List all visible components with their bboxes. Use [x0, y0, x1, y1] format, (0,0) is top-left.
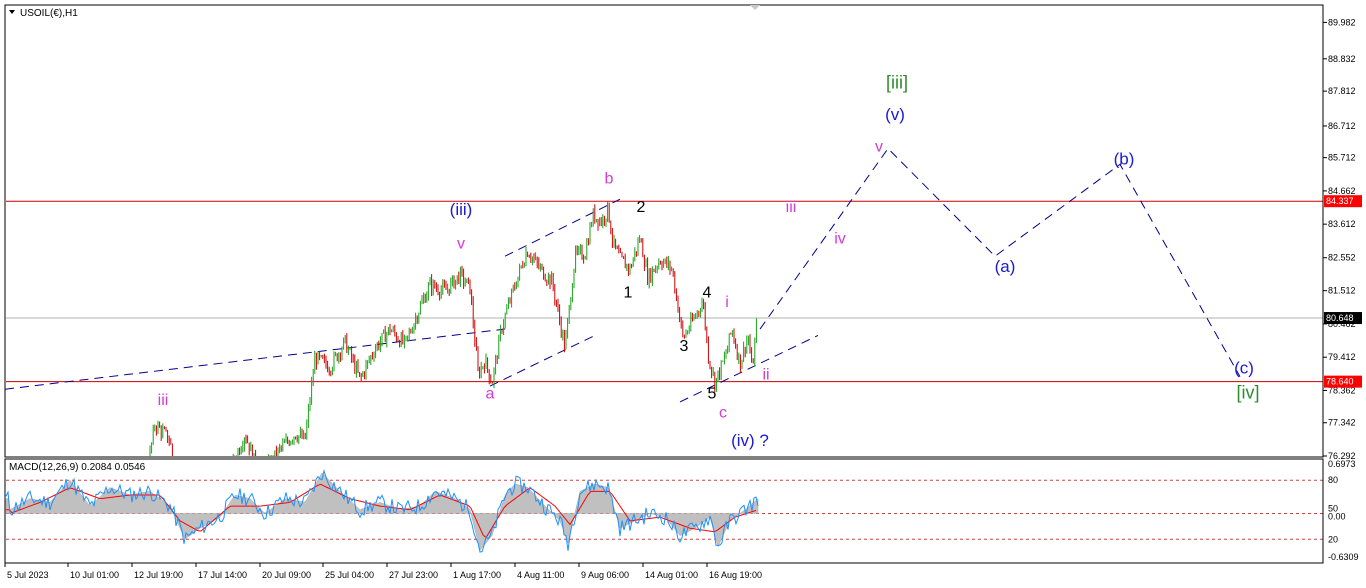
wave-label: [iv]	[1236, 383, 1259, 403]
macd-axis-label: 80	[1328, 475, 1338, 485]
wave-label: ii	[762, 367, 769, 384]
wave-label: 4	[703, 284, 712, 301]
macd-axis-label: 0.00	[1328, 511, 1346, 521]
price-axis[interactable]: 89.982 88.832 87.812 86.712 85.712 84.662 83.6…	[1322, 5, 1362, 461]
wave-label: iii	[786, 199, 797, 216]
price-tick-label: 86.712	[1328, 121, 1356, 131]
time-tick-label: 20 Jul 09:00	[262, 570, 311, 580]
wave-label: i	[725, 294, 729, 311]
current-price-price-label: 80.648	[1326, 313, 1354, 323]
wave-label: b	[605, 170, 614, 187]
resistance-price-label: 84.337	[1326, 196, 1354, 206]
wave-label: (iv) ?	[731, 431, 769, 450]
time-tick-label: 14 Aug 01:00	[645, 570, 698, 580]
time-tick-label: 25 Jul 04:00	[325, 570, 374, 580]
wave-label: 1	[624, 284, 633, 301]
price-tick-label: 84.662	[1328, 186, 1356, 196]
price-tick-label: 79.412	[1328, 352, 1356, 362]
price-tick-label: 83.612	[1328, 219, 1356, 229]
macd-axis-label: 0.6973	[1328, 459, 1356, 469]
macd-indicator-panel[interactable]: MACD(12,26,9) 0.2084 0.0546	[4, 458, 1324, 564]
support-price-label: 78.640	[1326, 377, 1354, 387]
wave-label: c	[719, 405, 727, 422]
chart-canvas: (iii)viii ab12345c(iv) ?iiiiiiivv(v)[iii]…	[4, 4, 1362, 580]
wave-label: (b)	[1114, 149, 1135, 168]
price-tick-label: 87.812	[1328, 86, 1356, 96]
time-tick-label: 12 Jul 19:00	[134, 570, 183, 580]
wave-label: a	[486, 386, 495, 403]
time-tick-label: 17 Jul 14:00	[198, 570, 247, 580]
price-tick-label: 85.712	[1328, 153, 1356, 163]
price-tick-label: 81.512	[1328, 286, 1356, 296]
time-tick-label: 16 Aug 19:00	[709, 570, 762, 580]
wave-label: v	[875, 139, 883, 156]
price-tick-label: 77.342	[1328, 418, 1356, 428]
price-tick-label: 89.982	[1328, 17, 1356, 27]
wave-label: (iii)	[450, 200, 473, 219]
wave-label: iv	[834, 231, 846, 248]
wave-label: (c)	[1234, 358, 1254, 377]
wave-label: [iii]	[886, 72, 908, 92]
macd-axis-label: 20	[1328, 534, 1338, 544]
time-tick-label: 1 Aug 17:00	[453, 570, 501, 580]
time-tick-label: 4 Aug 11:00	[517, 570, 564, 580]
macd-label: MACD(12,26,9) 0.2084 0.0546	[9, 462, 146, 473]
macd-axis-label: -0.6309	[1328, 552, 1359, 562]
time-tick-label: 5 Jul 2023	[7, 570, 49, 580]
price-tick-label: 82.552	[1328, 253, 1356, 263]
time-tick-label: 27 Jul 23:00	[389, 570, 438, 580]
wave-label: (a)	[995, 257, 1016, 276]
time-tick-label: 9 Aug 06:00	[581, 570, 629, 580]
wave-label: (v)	[885, 105, 905, 124]
wave-label: 3	[680, 338, 689, 355]
time-tick-label: 10 Jul 01:00	[70, 570, 119, 580]
wave-label: v	[457, 235, 465, 252]
wave-label: 2	[637, 199, 646, 216]
symbol-label: USOIL(€),H1	[20, 8, 78, 19]
wave-label: 5	[708, 386, 717, 403]
price-tick-label: 88.832	[1328, 54, 1356, 64]
main-price-chart[interactable]: (iii)viii ab12345c(iv) ?iiiiiiivv(v)[iii]…	[4, 4, 1324, 458]
wave-label: iii	[158, 392, 169, 409]
time-axis[interactable]: 5 Jul 2023 10 Jul 01:00 12 Jul 19:00 17 Jul…	[4, 563, 762, 580]
macd-axis[interactable]: 0.697380500.0020-0.6309	[1322, 459, 1359, 563]
